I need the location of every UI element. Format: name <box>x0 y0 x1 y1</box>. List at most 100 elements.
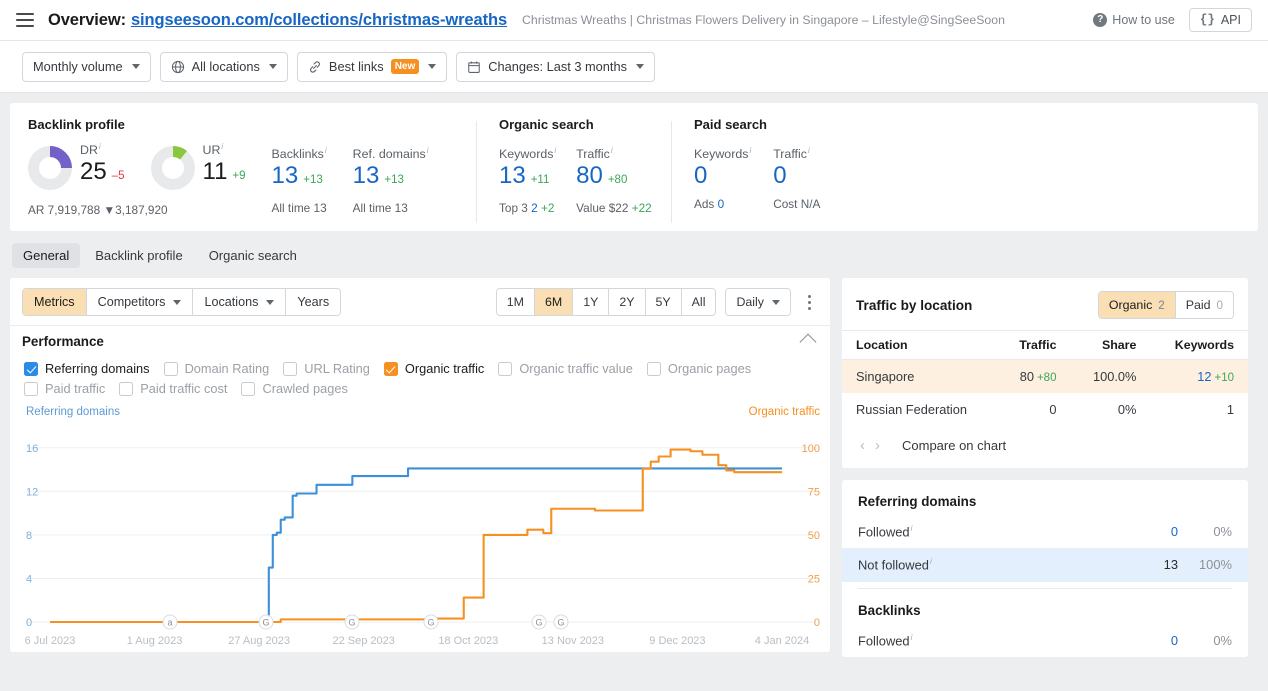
checkbox-label: URL Rating <box>304 361 370 376</box>
ar-value[interactable]: 7,919,788 <box>48 203 100 217</box>
metric-label: Keywords <box>694 147 749 162</box>
range-6m[interactable]: 6M <box>534 289 574 315</box>
checkbox-box[interactable] <box>24 381 38 396</box>
chevron-right-icon[interactable]: › <box>875 437 880 454</box>
table-row[interactable]: Russian Federation 0 0% 1 <box>842 393 1248 426</box>
target-url-link[interactable]: singseesoon.com/collections/christmas-wr… <box>131 11 507 30</box>
filter-monthly-volume[interactable]: Monthly volume <box>22 51 151 82</box>
range-1y[interactable]: 1Y <box>573 289 610 315</box>
checkbox-box[interactable] <box>498 361 513 376</box>
info-icon[interactable]: i <box>911 524 913 533</box>
checkbox-paid-traffic[interactable]: Paid traffic <box>24 381 105 396</box>
chart-mode-years[interactable]: Years <box>286 289 341 315</box>
checkbox-organic-traffic-value[interactable]: Organic traffic value <box>498 361 633 376</box>
row-value[interactable]: 0 <box>1171 524 1178 539</box>
traffic-tab-organic[interactable]: Organic 2 <box>1098 292 1176 318</box>
backlinks-followed-row[interactable]: Followedi 0 0% <box>842 624 1248 657</box>
metric-value[interactable]: 13 <box>353 161 380 191</box>
svg-text:13 Nov 2023: 13 Nov 2023 <box>542 635 604 647</box>
range-all[interactable]: All <box>681 289 716 315</box>
chart-mode-locations[interactable]: Locations <box>193 289 287 315</box>
info-icon[interactable]: i <box>325 146 327 155</box>
filter-best-links[interactable]: Best links New <box>296 51 448 82</box>
metric-value[interactable]: 13 <box>272 161 299 191</box>
info-icon[interactable]: i <box>221 142 223 151</box>
checkbox-box[interactable] <box>163 361 178 376</box>
filter-changes-range[interactable]: Changes: Last 3 months <box>456 51 655 82</box>
metric-value[interactable]: 0 <box>694 161 707 191</box>
chart-mode-metrics[interactable]: Metrics <box>23 289 87 315</box>
info-icon[interactable]: i <box>749 146 751 155</box>
metric-value[interactable]: 13 <box>499 161 526 191</box>
sub-label: Cost <box>773 197 798 212</box>
metric-value[interactable]: 80 <box>576 161 603 191</box>
api-button[interactable]: {} API <box>1188 8 1252 32</box>
range-label: 5Y <box>655 295 671 309</box>
segment-label: Locations <box>204 295 259 309</box>
filter-all-locations[interactable]: All locations <box>159 51 288 82</box>
cell-keywords[interactable]: 1 <box>1150 393 1248 426</box>
page-title: Overview: <box>48 10 126 29</box>
compare-on-chart-button[interactable]: Compare on chart <box>902 438 1006 453</box>
referring-domains-followed-row[interactable]: Followedi 0 0% <box>842 515 1248 548</box>
checkbox-url-rating[interactable]: URL Rating <box>283 361 370 376</box>
checkbox-referring-domains[interactable]: Referring domains <box>24 361 150 376</box>
info-icon[interactable]: i <box>554 146 556 155</box>
hamburger-icon[interactable] <box>16 13 34 27</box>
metric-value[interactable]: 0 <box>773 161 786 191</box>
metric-organic-traffic: Traffici 80 +80 Value $22 +22 <box>576 142 671 215</box>
traffic-tab-paid[interactable]: Paid 0 <box>1175 292 1233 318</box>
cell-traffic: 80 +80 <box>997 359 1071 393</box>
range-1m[interactable]: 1M <box>496 289 535 315</box>
checkbox-organic-pages[interactable]: Organic pages <box>646 361 751 376</box>
checkbox-box[interactable] <box>24 361 38 376</box>
metric-delta: +13 <box>303 174 323 187</box>
checkbox-box[interactable] <box>383 361 398 376</box>
metric-value: 11 <box>202 158 228 186</box>
metrics-summary-strip: Backlink profile DRi 25 –5 URi 11 +9 Bac… <box>10 103 1258 231</box>
chevron-down-icon <box>268 64 277 69</box>
tab-backlink-profile[interactable]: Backlink profile <box>84 243 193 268</box>
info-icon[interactable]: i <box>99 142 101 151</box>
info-icon[interactable]: i <box>808 146 810 155</box>
checkbox-box[interactable] <box>646 361 661 376</box>
performance-chart[interactable]: Referring domains Organic traffic 0 4 8 12 16 0… <box>10 402 830 652</box>
checkbox-paid-traffic-cost[interactable]: Paid traffic cost <box>119 381 227 396</box>
info-icon[interactable]: i <box>611 146 613 155</box>
checkbox-box[interactable] <box>119 381 134 396</box>
metric-checkbox-row: Referring domains Domain Rating URL Rati… <box>10 353 830 400</box>
info-icon[interactable]: i <box>427 146 429 155</box>
column-traffic: Traffic <box>997 330 1071 360</box>
referring-domains-not-followed-row[interactable]: Not followedi 13 100% <box>842 548 1248 582</box>
checkbox-domain-rating[interactable]: Domain Rating <box>163 361 269 376</box>
chevron-up-icon[interactable] <box>799 333 817 350</box>
checkbox-organic-traffic[interactable]: Organic traffic <box>383 361 485 376</box>
cell-location: Russian Federation <box>856 402 967 417</box>
more-vertical-icon[interactable] <box>800 290 818 314</box>
value[interactable]: 12 <box>1197 369 1211 384</box>
svg-text:22 Sep 2023: 22 Sep 2023 <box>333 635 395 647</box>
granularity-dropdown[interactable]: Daily <box>725 288 791 316</box>
link-icon <box>309 60 320 73</box>
table-row[interactable]: Singapore 80 +80 100.0% 12 +10 <box>842 359 1248 393</box>
how-to-use-button[interactable]: ? How to use <box>1093 13 1175 27</box>
column-keywords: Keywords <box>1150 330 1248 360</box>
row-value[interactable]: 13 <box>1164 557 1178 572</box>
row-percent: 0% <box>1213 632 1232 648</box>
row-value[interactable]: 0 <box>1171 633 1178 648</box>
info-icon[interactable]: i <box>930 557 932 566</box>
checkbox-box[interactable] <box>241 381 256 396</box>
checkbox-crawled-pages[interactable]: Crawled pages <box>241 381 348 396</box>
range-5y[interactable]: 5Y <box>645 289 682 315</box>
svg-text:8: 8 <box>26 530 32 542</box>
tab-general[interactable]: General <box>12 243 81 268</box>
performance-chart-svg[interactable]: Referring domains Organic traffic 0 4 8 12 16 0… <box>10 402 830 652</box>
chart-mode-competitors[interactable]: Competitors <box>86 289 194 315</box>
tab-organic-search[interactable]: Organic search <box>198 243 308 268</box>
chevron-left-icon[interactable]: ‹ <box>860 437 865 454</box>
checkbox-box[interactable] <box>283 361 298 376</box>
info-icon[interactable]: i <box>911 633 913 642</box>
metric-group-paid-search: Paid search Keywordsi 0 Ads 0 Traffici 0… <box>694 117 864 231</box>
range-2y[interactable]: 2Y <box>609 289 646 315</box>
checkbox-label: Organic traffic <box>404 361 485 376</box>
